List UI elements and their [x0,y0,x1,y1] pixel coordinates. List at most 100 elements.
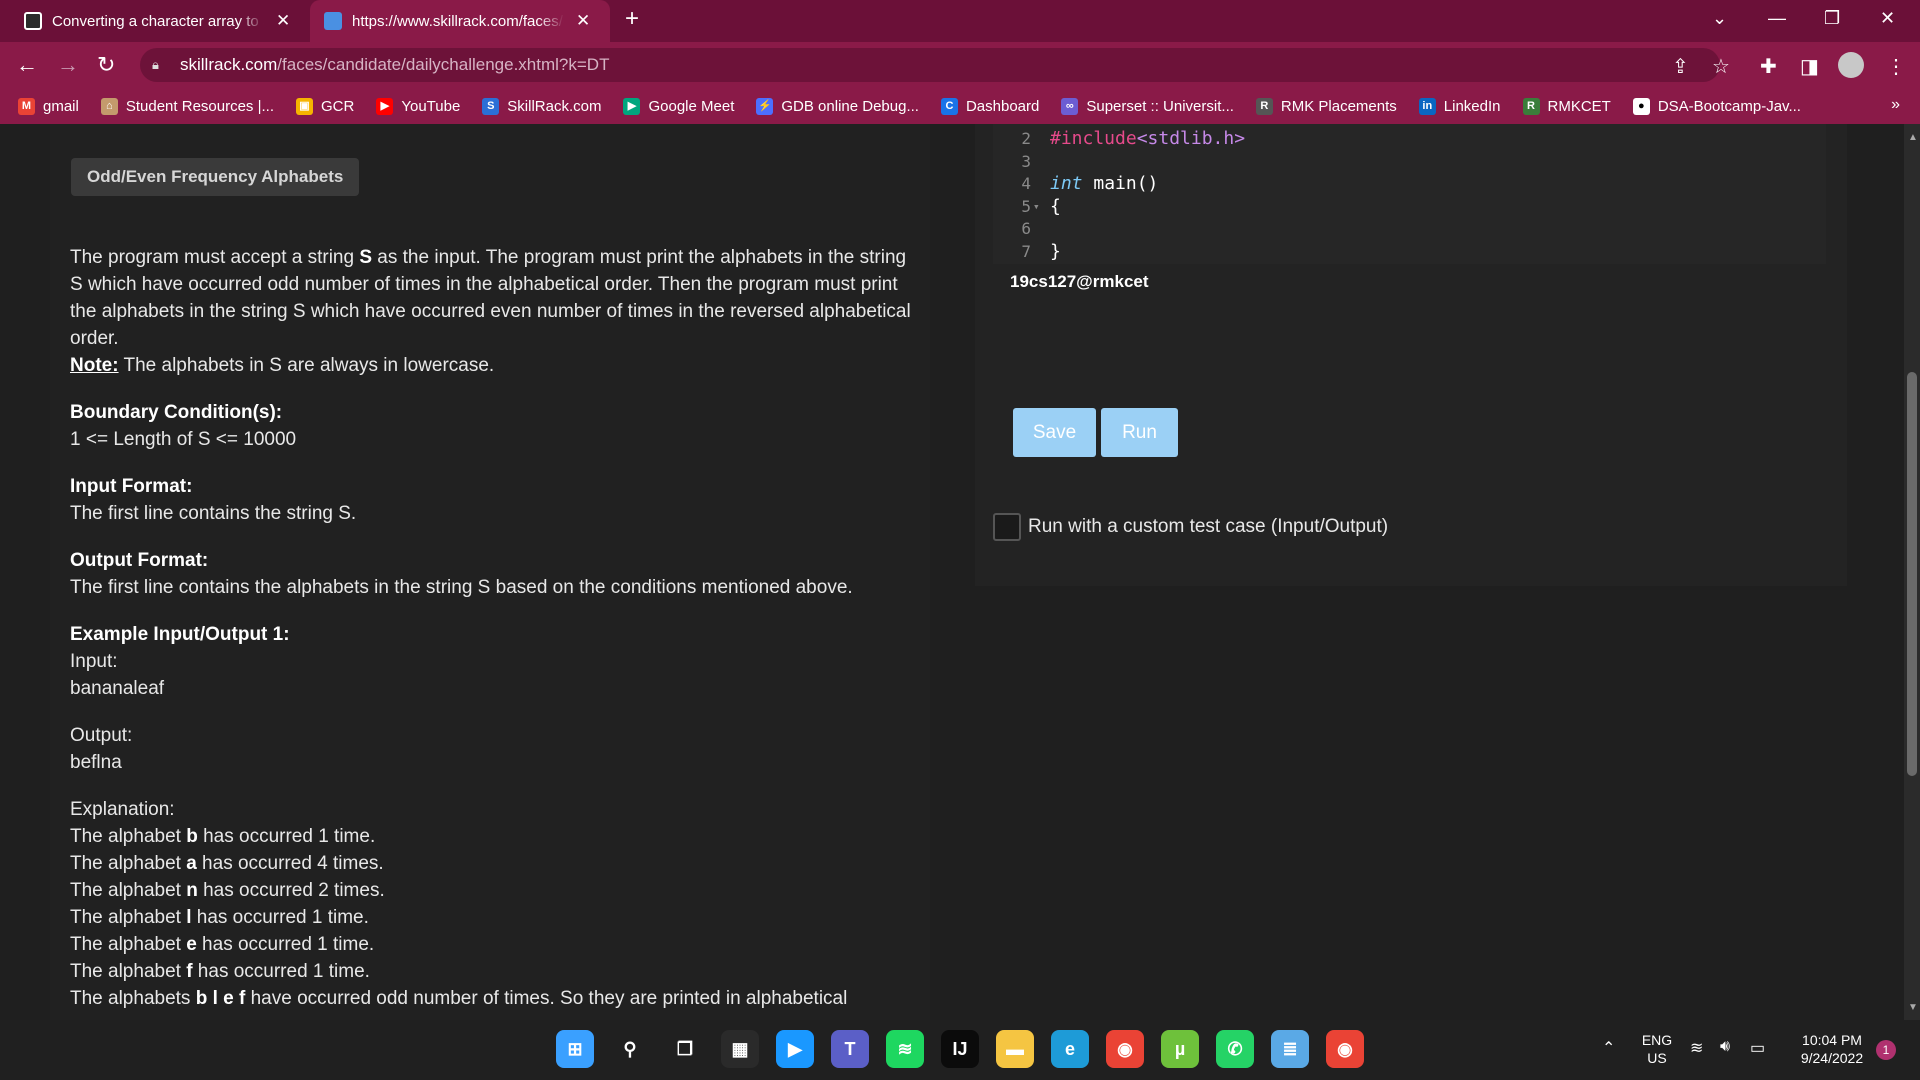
browser-toolbar: ← → ↻ 🔒︎ skillrack.com/faces/candidate/d… [0,42,1920,88]
custom-test-checkbox[interactable] [993,513,1021,541]
explanation-label: Explanation: [70,799,175,820]
minimize-icon[interactable]: — [1768,8,1786,29]
line-number: 4 [1021,174,1031,193]
close-tab-icon[interactable]: ✕ [276,11,290,31]
language-indicator[interactable]: ENG US [1640,1032,1674,1066]
spotify-icon[interactable]: ≋ [886,1030,924,1068]
notification-badge[interactable]: 1 [1876,1040,1896,1060]
close-tab-icon[interactable]: ✕ [576,11,590,31]
chrome-profile-icon[interactable]: ◉ [1326,1030,1364,1068]
school-icon: ⌂ [100,97,118,115]
tab-strip: Converting a character array to a ✕ http… [0,0,1920,42]
line-number: 7 [1021,241,1031,261]
dashboard-icon: C [940,97,958,115]
profile-avatar[interactable] [1838,52,1864,78]
scroll-up-arrow-icon[interactable]: ▲ [1908,132,1918,143]
explanation-line: The alphabet l has occurred 1 time. [70,907,369,928]
output-format-heading: Output Format: [70,550,209,571]
tab-converting-char-array[interactable]: Converting a character array to a ✕ [10,0,310,42]
task-view-icon[interactable]: ❐ [666,1030,704,1068]
prime-video-icon[interactable]: ▶ [776,1030,814,1068]
battery-icon[interactable]: ▭ [1750,1038,1765,1058]
example-heading: Example Input/Output 1: [70,624,290,645]
bookmark-dashboard[interactable]: C Dashboard [940,97,1039,115]
line-number: 2 [1021,129,1031,148]
tab-skillrack[interactable]: https://www.skillrack.com/faces/c ✕ [310,0,610,42]
scrollbar-thumb[interactable] [1907,372,1917,776]
back-icon[interactable]: ← [16,52,38,78]
save-button[interactable]: Save [1013,408,1096,457]
bookmark-gmail[interactable]: Mgmail [18,97,79,115]
address-bar[interactable]: 🔒︎ skillrack.com/faces/candidate/dailych… [140,48,1720,82]
notepad-icon[interactable]: ≣ [1271,1030,1309,1068]
gdb-icon: ⚡ [756,97,774,115]
fold-icon[interactable]: ▾ [1033,196,1040,218]
bookmark-skillrack-com[interactable]: S SkillRack.com [482,97,601,115]
explanation-line: The alphabet f has occurred 1 time. [70,961,370,982]
code-text: int main() [1050,173,1159,194]
skillrack-favicon-icon [324,12,342,30]
code-editor[interactable]: 2 #include<stdlib.h> 3 4 int main() 5 ▾ {6 7} [993,124,1826,264]
tray-overflow-icon[interactable]: ⌃ [1602,1038,1615,1058]
input-format-text: The first line contains the string S. [70,503,357,524]
wifi-icon[interactable]: ≋ [1690,1038,1703,1058]
custom-test-label[interactable]: Run with a custom test case (Input/Outpu… [1028,516,1388,538]
edge-icon[interactable]: e [1051,1030,1089,1068]
lock-icon[interactable]: 🔒︎ [152,57,168,73]
reload-icon[interactable]: ↻ [97,52,115,78]
chrome-icon[interactable]: ◉ [1106,1030,1144,1068]
clock[interactable]: 10:04 PM 9/24/2022 [1790,1032,1874,1066]
bookmark-label: GCR [321,97,355,115]
utorrent-icon[interactable]: µ [1161,1030,1199,1068]
volume-icon[interactable]: 🔊︎ [1720,1038,1730,1056]
example-output-value: beflna [70,752,122,773]
forward-icon[interactable]: → [57,52,79,78]
bookmark-gdb-online-debug[interactable]: ⚡ GDB online Debug... [756,97,919,115]
extensions-icon[interactable]: ✚ [1760,54,1777,79]
bookmark-label: YouTube [401,97,461,115]
bookmarks-overflow-icon[interactable]: » [1891,96,1900,114]
bookmark-superset-universit[interactable]: ∞ Superset :: Universit... [1061,97,1234,115]
restore-icon[interactable]: ❐ [1824,8,1840,29]
google-meet-icon: ▶ [623,97,641,115]
bookmark-google-meet[interactable]: ▶ Google Meet [623,97,734,115]
menu-icon[interactable]: ⋮ [1886,54,1906,79]
bookmark-youtube[interactable]: ▶ YouTube [376,97,461,115]
bookmark-rmk-placements[interactable]: R RMK Placements [1255,97,1397,115]
page-scrollbar[interactable]: ▲ ▼ [1904,124,1920,1020]
share-icon[interactable]: ⇪ [1672,54,1689,79]
superset-icon: ∞ [1061,97,1079,115]
bookmark-dsa-bootcamp-jav[interactable]: ● DSA-Bootcamp-Jav... [1632,97,1801,115]
new-tab-icon[interactable]: + [625,5,639,33]
code-text: { [1050,195,1061,217]
youtube-icon: ▶ [376,97,394,115]
search-icon[interactable]: ⚲ [611,1030,649,1068]
windows-start-icon[interactable]: ⊞ [556,1030,594,1068]
explanation-line: The alphabets b l e f have occurred odd … [70,988,848,1009]
bookmark-label: RMK Placements [1280,97,1397,115]
tab-search-icon[interactable]: ⌄ [1712,8,1727,29]
scroll-down-arrow-icon[interactable]: ▼ [1908,1002,1918,1013]
intellij-icon[interactable]: IJ [941,1030,979,1068]
file-explorer-icon[interactable]: ▬ [996,1030,1034,1068]
windows-taskbar: ⌃ ENG US ≋ 🔊︎ ▭ 10:04 PM 9/24/2022 1 ⊞ ⚲ ❐ ▦ ▶… [0,1020,1920,1080]
whatsapp-icon[interactable]: ✆ [1216,1030,1254,1068]
teams-icon[interactable]: T [831,1030,869,1068]
example-output-label: Output: [70,725,133,746]
github-icon: ● [1632,97,1650,115]
skillrack-icon: S [482,97,500,115]
microsoft-store-icon[interactable]: ▦ [721,1030,759,1068]
bookmark-star-icon[interactable]: ☆ [1712,54,1730,79]
bookmark-label: LinkedIn [1443,97,1501,115]
bookmark-label: Student Resources |... [125,97,274,115]
bookmark-linkedin[interactable]: in LinkedIn [1418,97,1501,115]
example-input-label: Input: [70,651,118,672]
gmail-icon: M [18,97,35,115]
side-panel-icon[interactable]: ◨ [1800,54,1819,79]
bookmark-gcr[interactable]: ▣ GCR [296,97,355,115]
bookmark-rmkcet[interactable]: R RMKCET [1522,97,1611,115]
run-button[interactable]: Run [1101,408,1178,457]
close-window-icon[interactable]: ✕ [1880,8,1895,29]
bookmark-student-resources[interactable]: ⌂ Student Resources |... [100,97,274,115]
explanation-line: The alphabet n has occurred 2 times. [70,880,385,901]
